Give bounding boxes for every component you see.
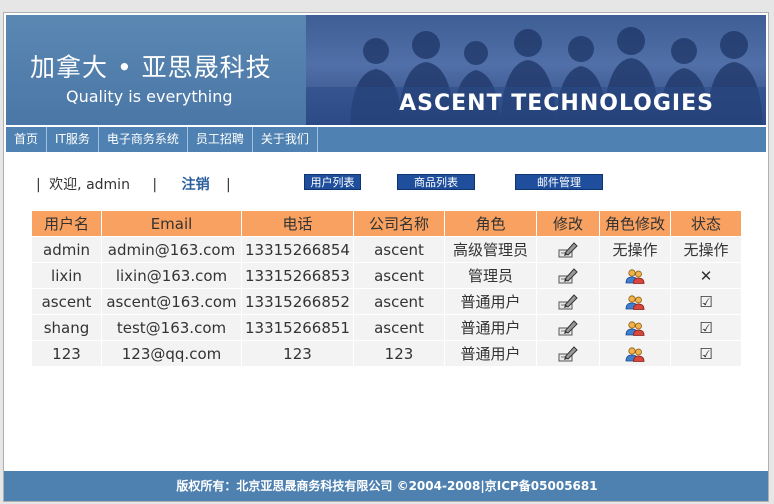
company-cell: ascent <box>354 288 445 314</box>
role-cell: 普通用户 <box>445 340 537 366</box>
email-cell: test@163.com <box>102 314 242 340</box>
phone-cell: 13315266853 <box>242 262 354 288</box>
edit-icon[interactable] <box>557 266 579 284</box>
role-edit-cell <box>600 288 671 314</box>
username-cell: shang <box>32 314 102 340</box>
column-header-company: 公司名称 <box>354 211 445 236</box>
column-header-status: 状态 <box>671 211 742 236</box>
column-header-email: Email <box>102 211 242 236</box>
edit-cell <box>537 262 600 288</box>
nav-item-about[interactable]: 关于我们 <box>253 127 318 152</box>
role-cell: 管理员 <box>445 262 537 288</box>
role-edit-cell <box>600 262 671 288</box>
edit-icon[interactable] <box>557 240 579 258</box>
divider: | <box>152 177 158 193</box>
logout-link[interactable]: 注销 <box>182 177 210 193</box>
company-cell: ascent <box>354 236 445 262</box>
brand-tagline: Quality is everything <box>66 87 233 106</box>
edit-icon[interactable] <box>557 344 579 362</box>
email-cell: admin@163.com <box>102 236 242 262</box>
company-cell: ascent <box>354 314 445 340</box>
users-icon[interactable] <box>625 293 645 311</box>
nav-item-ecommerce[interactable]: 电子商务系统 <box>99 127 188 152</box>
users-icon[interactable] <box>625 345 645 363</box>
main-nav: 首页 IT服务 电子商务系统 员工招聘 关于我们 <box>6 127 766 152</box>
column-header-phone: 电话 <box>242 211 354 236</box>
edit-icon[interactable] <box>557 292 579 310</box>
role-cell: 高级管理员 <box>445 236 537 262</box>
nav-item-home[interactable]: 首页 <box>6 127 48 152</box>
email-cell: lixin@163.com <box>102 262 242 288</box>
edit-cell <box>537 236 600 262</box>
nav-item-it-services[interactable]: IT服务 <box>47 127 99 152</box>
user-table: 用户名 Email 电话 公司名称 角色 修改 角色修改 状态 admin ad… <box>32 211 742 366</box>
page-footer: 版权所有：北京亚思晟商务科技有限公司 ©2004-2008|京ICP备05005… <box>4 471 768 501</box>
table-row: lixin lixin@163.com 13315266853 ascent 管… <box>32 262 742 288</box>
site-banner: 加拿大 • 亚思晟科技 Quality is everything ASCENT… <box>6 15 766 125</box>
username-cell: lixin <box>32 262 102 288</box>
company-cell: ascent <box>354 262 445 288</box>
column-header-edit: 修改 <box>537 211 600 236</box>
table-row: admin admin@163.com 13315266854 ascent 高… <box>32 236 742 262</box>
status-cell[interactable]: ☑ <box>671 314 742 340</box>
column-header-username: 用户名 <box>32 211 102 236</box>
username-cell: ascent <box>32 288 102 314</box>
status-cell[interactable]: ☑ <box>671 288 742 314</box>
table-header-row: 用户名 Email 电话 公司名称 角色 修改 角色修改 状态 <box>32 211 742 236</box>
status-cell: 无操作 <box>671 236 742 262</box>
role-cell: 普通用户 <box>445 288 537 314</box>
user-list-button[interactable]: 用户列表 <box>304 174 361 190</box>
email-cell: 123@qq.com <box>102 340 242 366</box>
brand-panel: 加拿大 • 亚思晟科技 Quality is everything <box>6 15 306 125</box>
table-row: 123 123@qq.com 123 123 普通用户 ☑ <box>32 340 742 366</box>
banner-image: ASCENT TECHNOLOGIES <box>306 15 766 125</box>
welcome-bar: | 欢迎, admin | 注销 | <box>32 174 235 194</box>
table-row: ascent ascent@163.com 13315266852 ascent… <box>32 288 742 314</box>
phone-cell: 123 <box>242 340 354 366</box>
users-icon[interactable] <box>625 319 645 337</box>
username-cell: admin <box>32 236 102 262</box>
users-icon[interactable] <box>625 267 645 285</box>
page-frame: 加拿大 • 亚思晟科技 Quality is everything ASCENT… <box>3 12 769 502</box>
divider: | <box>226 177 231 193</box>
status-cell[interactable]: ✕ <box>671 262 742 288</box>
product-list-button[interactable]: 商品列表 <box>397 174 475 190</box>
edit-cell <box>537 288 600 314</box>
column-header-role-edit: 角色修改 <box>600 211 671 236</box>
phone-cell: 13315266851 <box>242 314 354 340</box>
company-cell: 123 <box>354 340 445 366</box>
company-slogan: ASCENT TECHNOLOGIES <box>399 91 714 116</box>
role-edit-cell <box>600 340 671 366</box>
role-cell: 普通用户 <box>445 314 537 340</box>
table-row: shang test@163.com 13315266851 ascent 普通… <box>32 314 742 340</box>
phone-cell: 13315266852 <box>242 288 354 314</box>
welcome-text: 欢迎, admin <box>49 177 130 193</box>
phone-cell: 13315266854 <box>242 236 354 262</box>
status-cell[interactable]: ☑ <box>671 340 742 366</box>
role-edit-cell: 无操作 <box>600 236 671 262</box>
divider: | <box>36 177 41 193</box>
nav-item-jobs[interactable]: 员工招聘 <box>188 127 253 152</box>
edit-cell <box>537 340 600 366</box>
column-header-role: 角色 <box>445 211 537 236</box>
edit-icon[interactable] <box>557 318 579 336</box>
edit-cell <box>537 314 600 340</box>
mail-manage-button[interactable]: 邮件管理 <box>515 174 603 190</box>
username-cell: 123 <box>32 340 102 366</box>
brand-name-cn: 加拿大 • 亚思晟科技 <box>30 53 272 82</box>
email-cell: ascent@163.com <box>102 288 242 314</box>
role-edit-cell <box>600 314 671 340</box>
